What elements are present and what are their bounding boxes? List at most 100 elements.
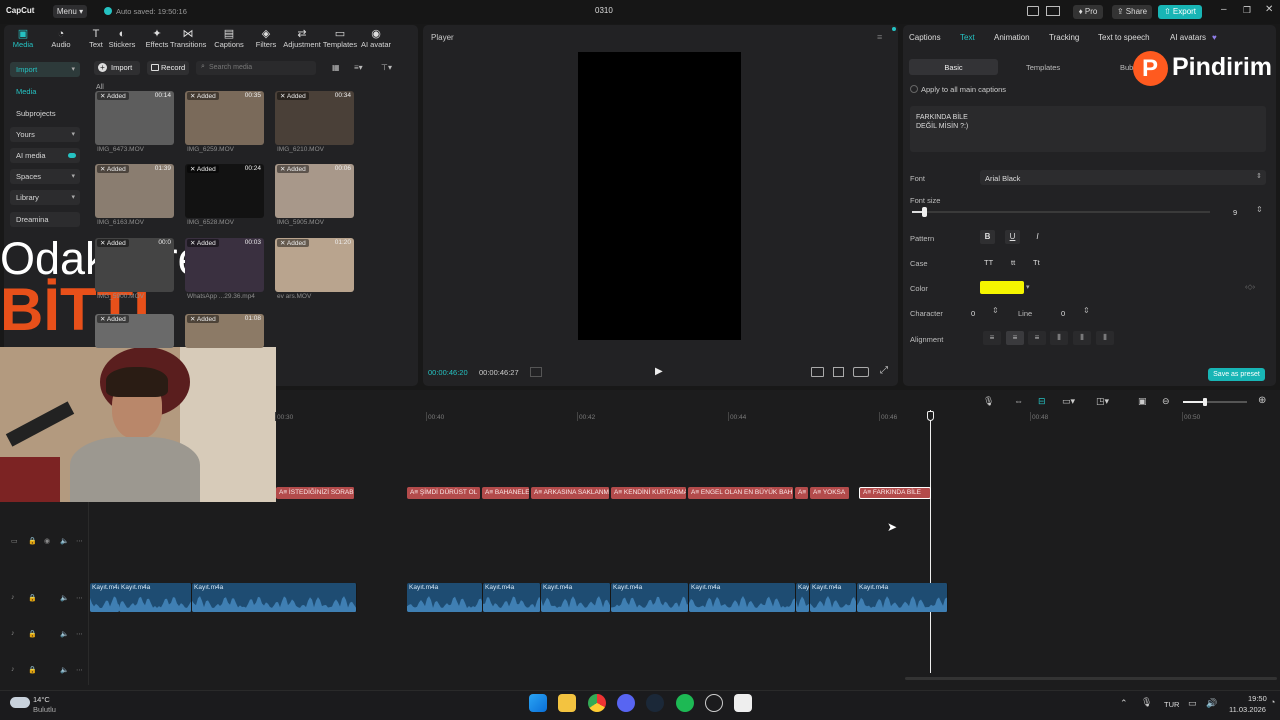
tool-tab-captions[interactable]: ▤ Captions	[211, 28, 247, 49]
audio-clip[interactable]: Kayıt.m4a	[192, 583, 357, 612]
audio-clip[interactable]: Kayıt.m4a	[857, 583, 948, 612]
media-thumbnail[interactable]: ✕ Added	[95, 314, 174, 348]
project-title[interactable]: 0310	[595, 6, 613, 15]
menu-button[interactable]: Menu ▾	[53, 5, 87, 18]
audio-clip[interactable]: Kayıt.m4a	[541, 583, 611, 612]
mic-record-icon[interactable]: 🎙	[983, 396, 994, 407]
volume-icon[interactable]: 🔊	[1206, 698, 1217, 709]
more-icon[interactable]: ⋯	[76, 594, 83, 602]
color-dropdown-icon[interactable]: ▾	[1026, 283, 1030, 291]
audio-clip[interactable]: Kayıt.m4a	[611, 583, 689, 612]
playhead[interactable]	[930, 410, 931, 673]
caption-clip[interactable]: A≡ ARKASINA SAKLANM	[531, 487, 610, 499]
align-top-icon[interactable]: ⦀	[1050, 331, 1068, 345]
fullscreen-icon[interactable]: ⤢	[880, 365, 888, 376]
screen-icon[interactable]: ▣	[1138, 396, 1147, 407]
network-icon[interactable]: ▭	[1188, 698, 1197, 709]
video-preview[interactable]	[578, 52, 741, 340]
pro-button[interactable]: ♦ Pro	[1073, 5, 1103, 19]
media-thumbnail[interactable]: ✕ Added 00:35	[185, 91, 264, 145]
obs-icon[interactable]	[705, 694, 723, 712]
weather-icon[interactable]	[10, 697, 30, 708]
lock-icon[interactable]: 🔒	[28, 594, 37, 602]
uppercase-button[interactable]: TT	[984, 258, 993, 267]
color-swatch[interactable]	[980, 281, 1024, 294]
lowercase-button[interactable]: tt	[1011, 258, 1015, 267]
save-preset-button[interactable]: Save as preset	[1208, 368, 1265, 381]
discord-icon[interactable]	[617, 694, 635, 712]
subtab-basic[interactable]: Basic	[909, 59, 998, 75]
apply-all-checkbox[interactable]	[910, 85, 918, 93]
sidebar-item-yours[interactable]: Yours ▾	[10, 127, 80, 142]
font-size-stepper-icon[interactable]: ⇕	[1256, 205, 1263, 214]
sidebar-item-dreamina[interactable]: Dreamina	[10, 212, 80, 227]
media-thumbnail[interactable]: ✕ Added 00:24	[185, 164, 264, 218]
timeline-scrollbar[interactable]	[905, 677, 1277, 680]
ratio-icon[interactable]	[853, 367, 869, 377]
audio-clip[interactable]: Kayıt.m4a	[810, 583, 857, 612]
playhead-handle[interactable]	[927, 411, 934, 421]
language-indicator[interactable]: TUR	[1164, 700, 1179, 709]
tool-tab-audio[interactable]: ◔ Audio	[43, 28, 79, 49]
font-select[interactable]: Arial Black ⇕	[980, 170, 1266, 185]
tab-tracking[interactable]: Tracking	[1049, 33, 1079, 42]
caption-clip[interactable]: A≡ İSTEDİĞİNİZİ SORABİLİ	[276, 487, 355, 499]
spotify-icon[interactable]	[676, 694, 694, 712]
zoom-out-icon[interactable]: ⊖	[1162, 396, 1170, 407]
grid-view-icon[interactable]: ▦	[332, 63, 340, 72]
align-middle-icon[interactable]: ⦀	[1073, 331, 1091, 345]
align-bottom-icon[interactable]: ⦀	[1096, 331, 1114, 345]
tool-tab-transitions[interactable]: ⋈ Transitions	[170, 28, 206, 49]
caption-clip[interactable]: A≡ YOKSA	[810, 487, 850, 499]
tool-tab-stickers[interactable]: ◐ Stickers	[104, 28, 140, 49]
track-type-icon[interactable]: ♪	[11, 594, 15, 601]
track-type-icon[interactable]: ▭	[11, 537, 18, 545]
restore-icon[interactable]: ❐	[1243, 5, 1251, 16]
align-center-icon[interactable]: ≡	[1006, 331, 1024, 345]
layout-icon[interactable]	[1027, 6, 1039, 16]
audio-clip[interactable]: Kayı	[796, 583, 810, 612]
media-thumbnail[interactable]: ✕ Added 00:34	[275, 91, 354, 145]
caption-clip[interactable]: A≡ KENDİNİ KURTARMA	[611, 487, 687, 499]
sidebar-item-library[interactable]: Library ▾	[10, 190, 80, 205]
audio-clip[interactable]: Kayıt.m4a	[689, 583, 796, 612]
weather-temp[interactable]: 14°C	[33, 695, 50, 704]
tool-tab-adjustment[interactable]: ⇄ Adjustment	[278, 28, 326, 49]
sidebar-item-spaces[interactable]: Spaces ▾	[10, 169, 80, 184]
import-button[interactable]: + Import	[94, 61, 140, 75]
start-menu-icon[interactable]	[529, 694, 547, 712]
shortcut-icon[interactable]	[1046, 6, 1060, 16]
sidebar-item-media[interactable]: Media	[10, 84, 80, 99]
mute-icon[interactable]: 🔈	[60, 537, 69, 545]
lock-icon[interactable]: 🔒	[28, 537, 37, 545]
visibility-icon[interactable]: ◉	[44, 537, 50, 545]
file-explorer-icon[interactable]	[558, 694, 576, 712]
zoom-in-icon[interactable]: ⊕	[1258, 395, 1266, 406]
more-icon[interactable]: ⋯	[76, 537, 83, 545]
link-icon[interactable]: ⇔	[1014, 396, 1023, 406]
font-size-slider-handle[interactable]	[921, 207, 927, 217]
media-thumbnail[interactable]: ✕ Added 00:14	[95, 91, 174, 145]
tab-ai-avatars[interactable]: AI avatars	[1170, 33, 1206, 42]
caption-clip[interactable]: A≡ ENGEL OLAN EN BÜYÜK BAH	[688, 487, 794, 499]
subtab-bubble[interactable]: Bub	[1120, 63, 1133, 72]
character-value[interactable]: 0	[971, 309, 975, 318]
split-view-icon[interactable]: ▭▾	[1062, 396, 1075, 407]
align-right-icon[interactable]: ≡	[1028, 331, 1046, 345]
caption-clip[interactable]: A≡	[795, 487, 809, 499]
audio-clip[interactable]: Kayıt.m4a	[119, 583, 192, 612]
tray-chevron-icon[interactable]: ⌃	[1120, 698, 1128, 709]
record-button[interactable]: Record	[147, 61, 189, 75]
tool-tab-media[interactable]: ▣ Media	[5, 28, 41, 49]
character-stepper-icon[interactable]: ⇕	[992, 306, 999, 315]
audio-clip[interactable]: Kayıt.m4a	[483, 583, 541, 612]
notification-icon[interactable]: ◔	[1270, 697, 1275, 707]
keyframe-icon[interactable]: ‹◇›	[1245, 283, 1255, 291]
chrome-icon[interactable]	[588, 694, 606, 712]
line-value[interactable]: 0	[1061, 309, 1065, 318]
mute-icon[interactable]: 🔈	[60, 666, 69, 674]
timecode-grid-icon[interactable]	[530, 367, 542, 377]
media-thumbnail[interactable]: ✕ Added 01:08	[185, 314, 264, 348]
zoom-slider-handle[interactable]	[1203, 398, 1208, 406]
capcut-taskbar-icon[interactable]	[734, 694, 752, 712]
